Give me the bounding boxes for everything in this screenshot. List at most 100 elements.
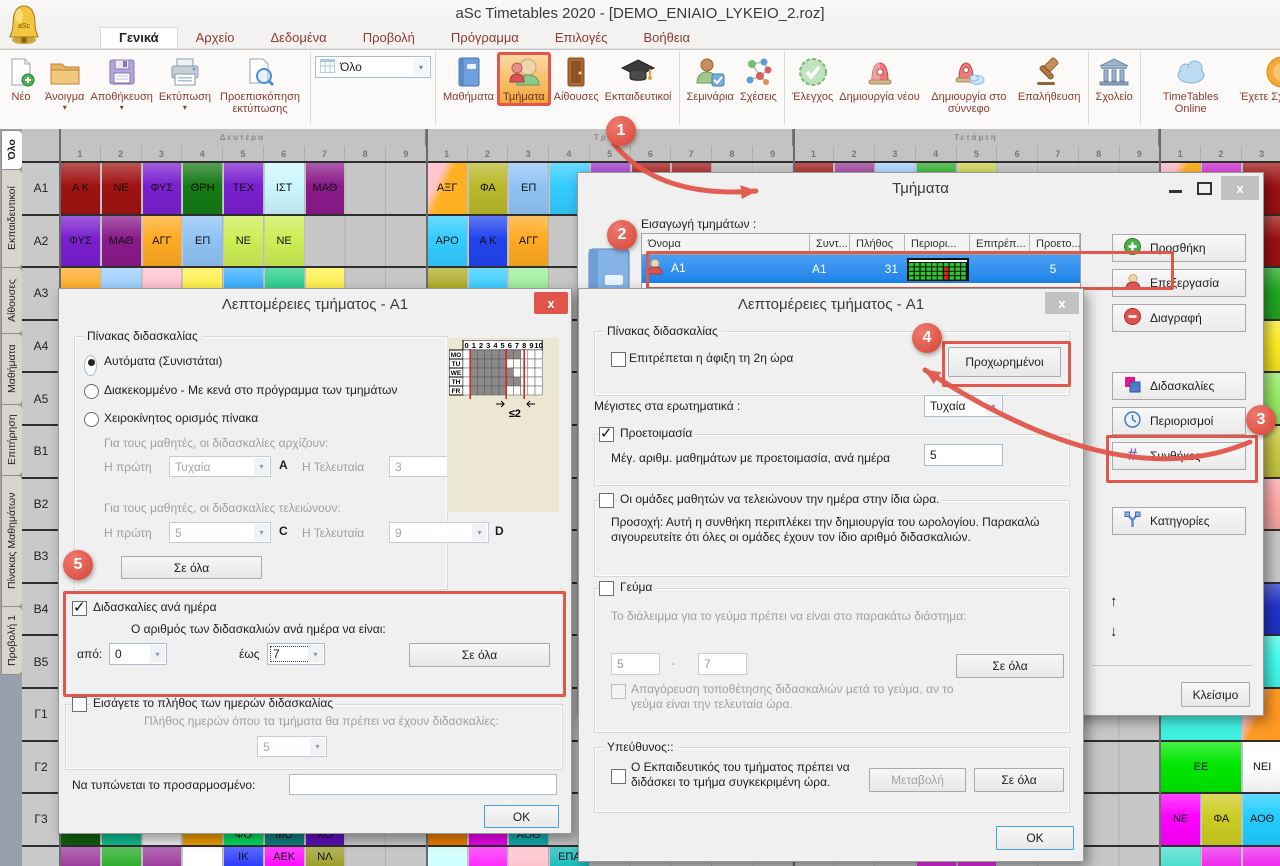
teaching-days-checkbox[interactable] — [72, 697, 87, 712]
close-icon[interactable]: x — [1045, 292, 1079, 314]
supervisor-checkbox[interactable] — [611, 769, 626, 784]
sidebar-tab-4[interactable]: Μαθήματα — [1, 333, 23, 405]
class-row-a1[interactable]: A1A1315 — [642, 255, 1080, 283]
close-icon[interactable]: x — [1221, 176, 1259, 200]
timetable-cell[interactable] — [509, 847, 548, 866]
timetable-cell[interactable]: ΝΛ — [306, 847, 345, 866]
list-column-6[interactable]: Προετο... — [1030, 234, 1080, 255]
button-διδασκαλίες[interactable]: Διδασκαλίες — [1112, 372, 1246, 400]
sidebar-tab-5[interactable]: Επιτήρηση — [1, 404, 23, 476]
to-select[interactable]: 7▾ — [267, 643, 325, 665]
move-up-arrow[interactable]: ↑ — [1110, 593, 1118, 610]
timetable-cell[interactable]: ΝΕ — [265, 216, 304, 267]
timetable-cell[interactable]: ΙΣΤ — [265, 163, 304, 214]
timetable-cell[interactable]: ΦΑ — [469, 163, 508, 214]
timetable-cell[interactable]: ΕΠ — [509, 163, 548, 214]
app-logo-bell-icon[interactable]: aSc — [5, 2, 43, 46]
sidebar-tab-1[interactable]: Όλο — [1, 130, 23, 170]
teaching-days-select[interactable]: 5▾ — [257, 736, 327, 757]
timetable-cell[interactable]: ΝΕ — [1161, 794, 1200, 845]
timetable-cell[interactable]: ΑΓΓ — [143, 216, 182, 267]
ok-button[interactable]: OK — [996, 826, 1074, 850]
advanced-button[interactable]: Προχωρημένοι — [948, 347, 1061, 377]
sidebar-tab-3[interactable]: Αίθουσες — [1, 267, 23, 334]
timetable-cell[interactable]: ΜΑΘ — [102, 216, 141, 267]
preparation-checkbox[interactable] — [599, 427, 614, 442]
button-συνθήκες[interactable]: #Συνθήκες — [1112, 442, 1246, 470]
groups-end-checkbox[interactable] — [599, 493, 614, 508]
from-select[interactable]: 0▾ — [109, 643, 167, 665]
list-column-3[interactable]: Πλήθος — [850, 234, 905, 255]
first-start-select[interactable]: Τυχαία▾ — [169, 456, 271, 477]
toolbar-item-σχολείο[interactable]: Σχολείο — [1093, 52, 1136, 103]
list-column-2[interactable]: Συντ... — [810, 234, 850, 255]
close-icon[interactable]: x — [534, 292, 568, 314]
timetable-cell[interactable]: ΑΡΟ — [428, 216, 467, 267]
arrive-2nd-hour-checkbox[interactable] — [611, 352, 626, 367]
radio-discontinuous[interactable] — [84, 384, 99, 399]
last-end-select[interactable]: 9▾ — [389, 522, 489, 543]
radio-manual[interactable] — [84, 412, 99, 427]
change-button[interactable]: Μεταβολή — [869, 768, 966, 792]
maximize-icon[interactable] — [1197, 182, 1212, 195]
menu-tab-4[interactable]: Προβολή — [345, 28, 433, 48]
move-down-arrow[interactable]: ↓ — [1110, 623, 1118, 640]
preparation-max-input[interactable]: 5 — [924, 444, 1003, 466]
toolbar-item-έλεγχος[interactable]: Έλεγχος — [789, 52, 836, 103]
apply-all-button[interactable]: Σε όλα — [121, 556, 262, 579]
timetable-cell[interactable]: ΕΕ — [1161, 742, 1241, 793]
list-column-1[interactable]: Όνομα — [642, 234, 810, 255]
button-διαγραφή[interactable]: Διαγραφή — [1112, 304, 1246, 332]
apply-all-button2[interactable]: Σε όλα — [409, 643, 550, 667]
close-button[interactable]: Κλείσιμο — [1181, 682, 1250, 707]
dropdown-arrow-icon[interactable]: ▾ — [183, 104, 187, 112]
toolbar-item-αίθουσες[interactable]: Αίθουσες — [551, 52, 602, 103]
toolbar-item-εκτύπωση[interactable]: Εκτύπωση▾ — [156, 52, 214, 112]
timetable-cell[interactable]: ΤΕΧ — [224, 163, 263, 214]
classes-list[interactable]: ΌνομαΣυντ...ΠλήθοςΠεριορι...Επιτρέπ...Πρ… — [641, 233, 1081, 291]
apply-all-button[interactable]: Σε όλα — [956, 654, 1064, 678]
timetable-cell[interactable] — [102, 847, 141, 866]
button-προσθήκη[interactable]: Προσθήκη — [1112, 234, 1246, 262]
timetable-cell[interactable]: ΦΥΣ — [61, 216, 100, 267]
sidebar-tab-6[interactable]: Πίνακας Μαθημάτων — [1, 475, 23, 607]
timetable-cell[interactable]: ΝΕ — [224, 216, 263, 267]
menu-tab-1[interactable]: Γενικά — [100, 27, 178, 48]
minimize-icon[interactable] — [1169, 190, 1182, 193]
timetable-cell[interactable]: ΝΕ — [102, 163, 141, 214]
list-column-4[interactable]: Περιορι... — [905, 234, 970, 255]
timetable-cell[interactable]: ΜΑΘ — [306, 163, 345, 214]
custom-print-input[interactable] — [289, 774, 557, 795]
timetable-cell[interactable]: ΘΡΗ — [183, 163, 222, 214]
view-selector[interactable]: Όλο▾ — [315, 56, 431, 78]
timetable-cell[interactable] — [469, 847, 508, 866]
lunch-to-input[interactable]: 7 — [698, 653, 747, 675]
timetable-cell[interactable]: ΦΥΣ — [143, 163, 182, 214]
timetable-cell[interactable] — [1243, 847, 1280, 866]
toolbar-item-δημιουργία-νέου[interactable]: Δημιουργία νέου — [836, 52, 923, 103]
menu-tab-2[interactable]: Αρχείο — [178, 28, 253, 48]
menu-tab-5[interactable]: Πρόγραμμα — [433, 28, 537, 48]
timetable-cell[interactable]: ΙΚ — [224, 847, 263, 866]
menu-tab-3[interactable]: Δεδομένα — [252, 28, 344, 48]
timetable-cell[interactable]: ΕΠ — [183, 216, 222, 267]
menu-tab-6[interactable]: Επιλογές — [537, 28, 626, 48]
timetable-cell[interactable] — [183, 847, 222, 866]
toolbar-item-δημιουργία-στο-σύννεφο[interactable]: Δημιουργία στο σύννεφο — [923, 52, 1015, 115]
sidebar-tab-2[interactable]: Εκπαιδευτικοί — [1, 169, 23, 268]
toolbar-item-αποθήκευση[interactable]: Αποθήκευση▾ — [87, 52, 155, 112]
toolbar-item-άνοιγμα[interactable]: Άνοιγμα▾ — [42, 52, 87, 112]
toolbar-item-επαλήθευση[interactable]: Επαλήθευση — [1015, 52, 1084, 103]
timetable-cell[interactable]: ΑΕΚ — [265, 847, 304, 866]
no-lessons-after-lunch-checkbox[interactable] — [611, 684, 626, 699]
first-end-select[interactable]: 5▾ — [169, 522, 271, 543]
toolbar-item-έχετε-σχόλια-[interactable]: Έχετε Σχόλια; — [1237, 52, 1280, 103]
radio-automatic[interactable] — [84, 355, 97, 376]
list-column-5[interactable]: Επιτρέπ... — [970, 234, 1030, 255]
timetable-cell[interactable]: Α Κ — [61, 163, 100, 214]
toolbar-item-timetables-online[interactable]: TimeTables Online — [1145, 52, 1237, 115]
timetable-cell[interactable]: ΝΕΙ — [1243, 742, 1280, 793]
toolbar-item-προεπισκόπηση-εκτύπωσης[interactable]: Προεπισκόπηση εκτύπωσης — [214, 52, 306, 115]
lessons-per-day-checkbox[interactable] — [72, 601, 87, 616]
timetable-cell[interactable] — [428, 847, 467, 866]
